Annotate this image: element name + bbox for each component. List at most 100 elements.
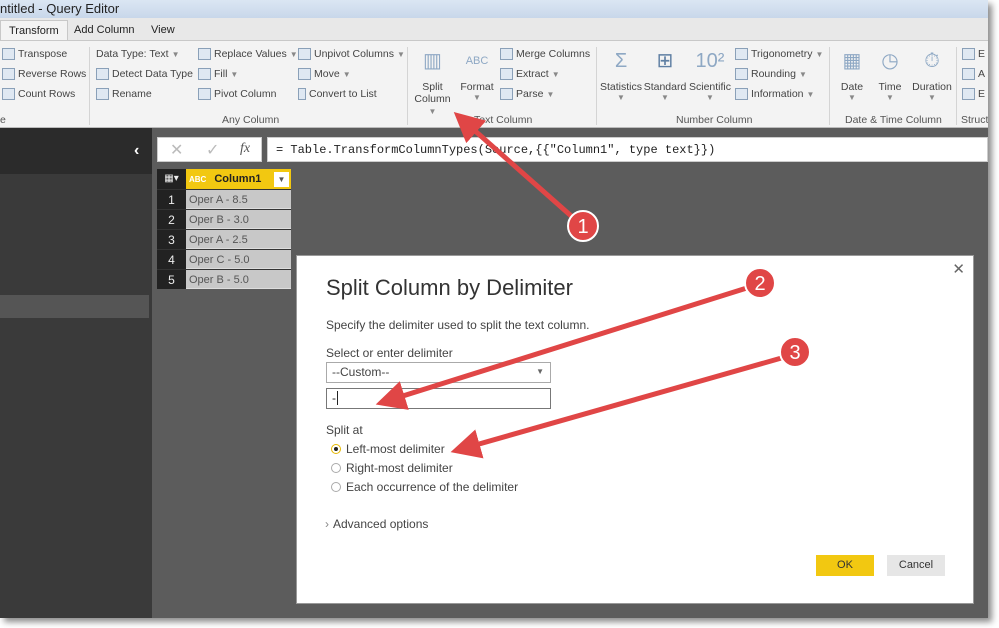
statistics-label: Statistics [600,81,643,93]
split-column-dialog: ✕ Split Column by Delimiter Specify the … [296,255,974,604]
standard-button[interactable]: ⊞ Standard ▼ [643,47,687,102]
fill-label: Fill [214,68,228,80]
split-column-button[interactable]: ▥ Split Column ▼ [410,47,455,117]
ok-button[interactable]: OK [816,555,874,576]
table-row[interactable]: 5 Oper B - 5.0 [157,269,291,289]
reverse-rows-label: Reverse Rows [18,68,87,80]
scientific-button[interactable]: 10² Scientific ▼ [688,47,732,102]
replace-values-icon [198,48,211,60]
selected-query-item[interactable] [0,295,149,318]
queries-pane: ‹ [0,128,152,618]
transpose-button[interactable]: Transpose [2,48,67,60]
information-icon [735,88,748,100]
dropdown-arrow-icon: ▼ [798,69,807,79]
table-menu-icon[interactable]: ▦▾ [157,169,186,189]
row-number: 1 [157,190,186,209]
queries-pane-header: ‹ [0,128,152,174]
radio-icon[interactable] [331,463,341,473]
delimiter-select[interactable]: --Custom-- ▼ [326,362,551,383]
pivot-icon [198,88,211,100]
structured-button-2[interactable]: A [962,68,985,80]
structured-button-3[interactable]: E [962,88,985,100]
radio-left-most[interactable]: Left-most delimiter [331,442,445,456]
merge-columns-icon [500,48,513,60]
table-row[interactable]: 1 Oper A - 8.5 [157,189,291,209]
format-button[interactable]: ABC Format ▼ [456,47,498,102]
dropdown-arrow-icon: ▼ [396,49,405,59]
statistics-button[interactable]: Σ Statistics ▼ [600,47,642,102]
radio-each-occurrence[interactable]: Each occurrence of the delimiter [331,480,518,494]
text-cursor [337,391,338,405]
replace-values-button[interactable]: Replace Values ▼ [198,48,298,60]
dropdown-arrow-icon: ▼ [342,69,351,79]
detect-data-type-label: Detect Data Type [112,68,193,80]
formula-input[interactable]: = Table.TransformColumnTypes(Source,{{"C… [267,137,988,162]
information-button[interactable]: Information ▼ [735,88,814,100]
table-cell[interactable]: Oper A - 2.5 [186,230,291,249]
trigonometry-button[interactable]: Trigonometry ▼ [735,48,823,60]
fx-icon[interactable]: fx [240,141,250,157]
custom-delimiter-input[interactable]: - [326,388,551,409]
rename-icon [96,88,109,100]
any-column-group-label: Any Column [222,114,280,126]
row-number: 3 [157,230,186,249]
tab-view[interactable]: View [143,20,183,41]
table-cell[interactable]: Oper C - 5.0 [186,250,291,269]
dropdown-arrow-icon: ▼ [806,89,815,99]
cancel-icon[interactable]: ✕ [170,140,183,160]
separator [596,47,597,125]
detect-data-type-button[interactable]: Detect Data Type [96,68,193,80]
date-label: Date [840,81,864,93]
table-group-label: e [0,114,6,126]
column1-header[interactable]: ABC Column1 ▼ [186,169,291,189]
merge-columns-button[interactable]: Merge Columns [500,48,590,60]
radio-icon[interactable] [331,482,341,492]
parse-button[interactable]: Parse ▼ [500,88,554,100]
query-editor-window: ntitled - Query Editor Transform Add Col… [0,0,988,618]
column1-header-label: Column1 [214,173,262,185]
cancel-button[interactable]: Cancel [887,555,945,576]
table-row[interactable]: 4 Oper C - 5.0 [157,249,291,269]
duration-button[interactable]: ⏱ Duration ▼ [910,47,954,102]
dialog-description: Specify the delimiter used to split the … [326,318,590,332]
information-label: Information [751,88,804,100]
pivot-column-button[interactable]: Pivot Column [198,88,276,100]
tab-transform[interactable]: Transform [0,20,68,41]
time-label: Time [878,81,902,93]
confirm-icon[interactable]: ✓ [206,140,219,160]
reverse-rows-button[interactable]: Reverse Rows [2,68,86,80]
rounding-button[interactable]: Rounding ▼ [735,68,807,80]
pivot-column-label: Pivot Column [214,88,277,100]
extract-button[interactable]: Extract ▼ [500,68,560,80]
close-icon[interactable]: ✕ [952,260,965,278]
title-bar: ntitled - Query Editor [0,0,988,18]
text-column-group-label: Text Column [474,114,533,126]
format-abc-icon: ABC [465,55,489,67]
convert-to-list-button[interactable]: Convert to List [298,88,377,100]
replace-values-label: Replace Values [214,48,287,60]
column-filter-dropdown-icon[interactable]: ▼ [274,171,289,187]
date-button[interactable]: ▦ Date ▼ [834,47,870,102]
time-button[interactable]: ◷ Time ▼ [872,47,908,102]
rounding-icon [735,68,748,80]
fill-button[interactable]: Fill ▼ [198,68,238,80]
unpivot-columns-button[interactable]: Unpivot Columns ▼ [298,48,405,60]
radio-right-most[interactable]: Right-most delimiter [331,461,453,475]
radio-selected-icon[interactable] [331,444,341,454]
table-row[interactable]: 3 Oper A - 2.5 [157,229,291,249]
data-type-dropdown[interactable]: Data Type: Text ▼ [96,48,180,60]
rename-button[interactable]: Rename [96,88,152,100]
count-rows-button[interactable]: Count Rows [2,88,75,100]
table-cell[interactable]: Oper B - 3.0 [186,210,291,229]
table-row[interactable]: 2 Oper B - 3.0 [157,209,291,229]
structured-button-1[interactable]: E [962,48,985,60]
tab-add-column[interactable]: Add Column [66,20,143,41]
advanced-options-toggle[interactable]: › Advanced options [325,517,428,531]
collapse-chevron-icon[interactable]: ‹ [134,142,139,160]
stopwatch-icon: ⏱ [924,50,940,72]
table-cell[interactable]: Oper A - 8.5 [186,190,291,209]
move-button[interactable]: Move ▼ [298,68,351,80]
text-type-icon[interactable]: ABC [189,175,206,184]
fill-icon [198,68,211,80]
table-cell[interactable]: Oper B - 5.0 [186,270,291,289]
